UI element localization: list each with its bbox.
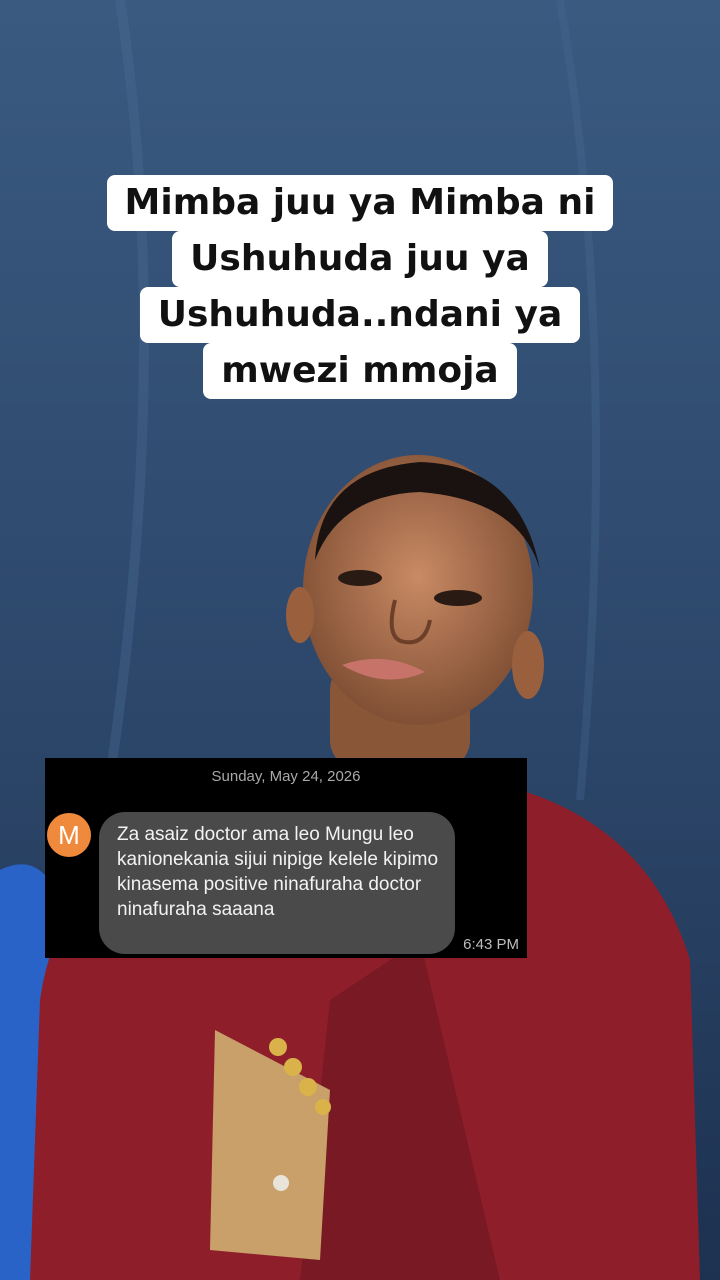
gold-button: [284, 1058, 302, 1076]
gold-button: [315, 1099, 331, 1115]
message-bubble: Za asaiz doctor ama leo Mungu leo kanion…: [99, 812, 455, 954]
sms-date: Sunday, May 24, 2026: [211, 768, 361, 785]
left-ear: [286, 587, 314, 643]
shirt-button: [273, 1175, 289, 1191]
right-eye: [434, 590, 482, 606]
gold-button: [299, 1078, 317, 1096]
gold-button: [269, 1038, 287, 1056]
caption-line-2: Ushuhuda juu ya: [172, 231, 548, 287]
caption-line-4: mwezi mmoja: [203, 343, 517, 399]
sender-avatar: M: [47, 813, 91, 857]
sms-screenshot: Sunday, May 24, 2026 M Za asaiz doctor a…: [45, 758, 527, 958]
right-ear: [512, 631, 544, 699]
caption-line-1: Mimba juu ya Mimba ni: [106, 175, 614, 231]
caption-overlay: Mimba juu ya Mimba ni Ushuhuda juu ya Us…: [0, 175, 720, 399]
left-eye: [338, 570, 382, 586]
caption-line-3: Ushuhuda..ndani ya: [139, 287, 581, 343]
message-time: 6:43 PM: [463, 936, 519, 953]
